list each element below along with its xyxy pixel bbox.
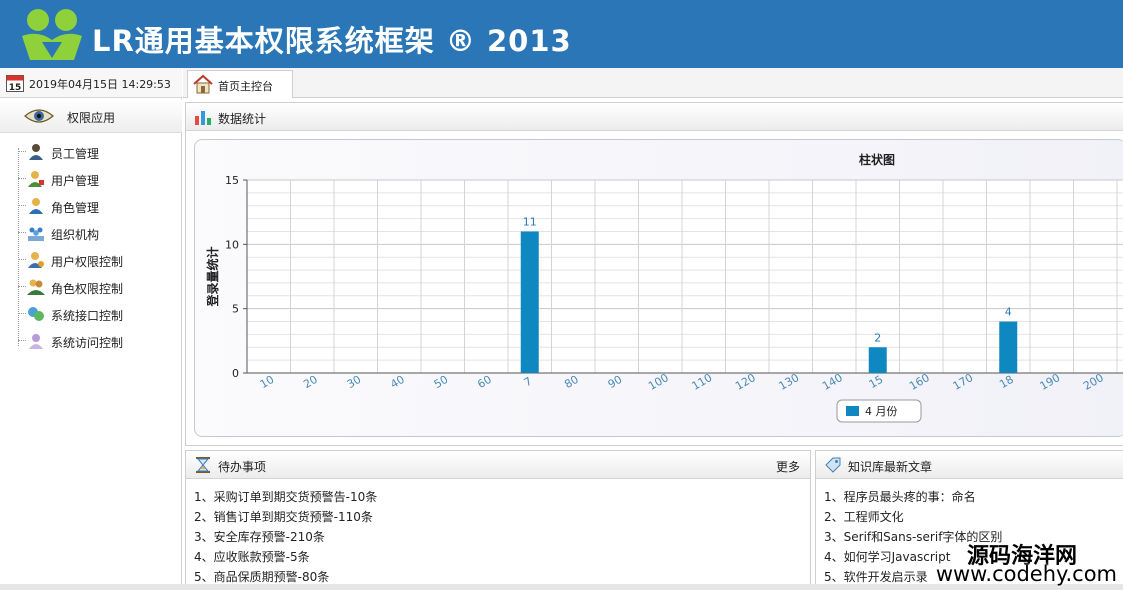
role-permission-icon — [27, 279, 45, 295]
tree-item-interface[interactable]: 系统接口控制 — [18, 304, 178, 324]
legend-swatch — [846, 406, 859, 416]
current-datetime: 2019年04月15日 14:29:53 — [29, 78, 171, 91]
tree-item-staff[interactable]: 员工管理 — [18, 142, 178, 162]
bar-data-label: 2 — [874, 331, 881, 344]
tree-item-label: 系统访问控制 — [51, 336, 124, 350]
kb-panel-header: 知识库最新文章 — [816, 451, 1123, 479]
kb-panel-title: 知识库最新文章 — [848, 460, 933, 474]
role-icon — [29, 198, 43, 214]
interface-icon — [28, 307, 44, 321]
tree-item-user-permission[interactable]: 用户权限控制 — [18, 250, 178, 270]
watermark: 源码海洋网 www.codehy.com — [912, 536, 1123, 590]
chart-title: 柱状图 — [859, 152, 895, 167]
access-icon — [29, 334, 43, 349]
app-title: LR通用基本权限系统框架 ® 2013 — [92, 24, 572, 58]
x-tick-label: 90 — [606, 373, 625, 391]
eye-icon — [24, 109, 54, 123]
bar-data-label: 11 — [523, 215, 537, 228]
todo-item[interactable]: 4、应收账款预警-5条 — [194, 547, 377, 567]
tree-item-label: 用户权限控制 — [51, 255, 124, 269]
people-logo-icon — [22, 9, 82, 60]
tree-item-label: 员工管理 — [51, 147, 100, 161]
x-tick-label: 15 — [867, 373, 886, 391]
tree-item-label: 角色权限控制 — [51, 282, 124, 296]
todo-panel-title: 待办事项 — [218, 460, 267, 474]
tree-item-label: 组织机构 — [51, 228, 100, 242]
kb-article-item[interactable]: 2、工程师文化 — [824, 507, 1002, 527]
y-tick-label: 15 — [225, 174, 239, 187]
date-bar: 15 2019年04月15日 14:29:53 — [0, 68, 182, 98]
todo-panel-header: 待办事项 更多 — [186, 451, 810, 479]
y-axis-label: 登录量统计 — [205, 246, 220, 307]
todo-item[interactable]: 2、销售订单到期交货预警-110条 — [194, 507, 377, 527]
y-tick-label: 10 — [225, 238, 239, 251]
home-icon — [193, 74, 213, 94]
calendar-icon: 15 — [6, 75, 24, 92]
legend-label: 4 月份 — [865, 405, 898, 418]
stats-panel: 数据统计 0 5 10 15 柱状图登录量统计 10 20 30 40 50 60 7 11 80 90 10… — [185, 102, 1123, 446]
bar — [999, 321, 1018, 373]
tab-home-label: 首页主控台 — [218, 80, 273, 93]
todo-list: 1、采购订单到期交货预警告-10条 2、销售订单到期交货预警-110条 3、安全… — [194, 487, 377, 587]
bar — [520, 231, 539, 373]
tree-item-roles[interactable]: 角色管理 — [18, 196, 178, 216]
bar-chart-icon — [195, 111, 211, 125]
nav-section-header[interactable]: 权限应用 — [0, 99, 182, 133]
stats-panel-header: 数据统计 — [186, 103, 1123, 131]
x-tick-label: 50 — [432, 373, 451, 391]
todo-item[interactable]: 3、安全库存预警-210条 — [194, 527, 377, 547]
todo-item[interactable]: 1、采购订单到期交货预警告-10条 — [194, 487, 377, 507]
x-tick-label: 60 — [475, 373, 494, 391]
left-sidebar: 15 2019年04月15日 14:29:53 权限应用 员工管理 用户管理 角… — [0, 68, 182, 590]
todo-panel: 待办事项 更多 1、采购订单到期交货预警告-10条 2、销售订单到期交货预警-1… — [185, 450, 811, 590]
app-header: LR通用基本权限系统框架 ® 2013 — [0, 0, 1123, 68]
watermark-url: www.codehy.com — [935, 562, 1117, 586]
tree-item-label: 系统接口控制 — [51, 309, 124, 323]
tree-item-users[interactable]: 用户管理 — [18, 169, 178, 189]
x-tick-label: 130 — [777, 371, 802, 393]
tab-home[interactable]: 首页主控台 — [187, 70, 293, 98]
y-tick-label: 5 — [232, 303, 239, 316]
hourglass-icon — [196, 457, 210, 473]
kb-article-item[interactable]: 1、程序员最头疼的事：命名 — [824, 487, 1002, 507]
y-tick-label: 0 — [232, 367, 239, 380]
plot-area — [247, 180, 1123, 373]
chart-container: 0 5 10 15 柱状图登录量统计 10 20 30 40 50 60 7 11 80 90 100 110 1… — [194, 139, 1123, 437]
x-tick-label: 40 — [388, 373, 407, 391]
x-tick-label: 80 — [562, 373, 581, 391]
tree-item-access[interactable]: 系统访问控制 — [18, 331, 178, 351]
x-tick-label: 18 — [997, 373, 1016, 391]
bar-chart: 0 5 10 15 柱状图登录量统计 10 20 30 40 50 60 7 11 80 90 100 110 1… — [205, 152, 1123, 423]
tag-icon — [825, 457, 841, 473]
x-tick-label: 100 — [646, 371, 671, 393]
org-icon — [28, 227, 44, 241]
bar-data-label: 4 — [1005, 306, 1012, 319]
tree-item-label: 用户管理 — [51, 174, 100, 188]
x-tick-label: 170 — [951, 371, 976, 393]
tab-bar: 首页主控台 — [183, 68, 1123, 98]
x-tick-label: 110 — [690, 371, 715, 393]
user-permission-icon — [28, 252, 44, 268]
x-tick-label: 30 — [345, 373, 364, 391]
tree-item-org[interactable]: 组织机构 — [18, 223, 178, 243]
tree-item-role-permission[interactable]: 角色权限控制 — [18, 277, 178, 297]
x-tick-label: 190 — [1038, 371, 1063, 393]
tree-item-label: 角色管理 — [51, 201, 100, 215]
calendar-day: 15 — [9, 83, 22, 92]
nav-section-title: 权限应用 — [67, 111, 116, 125]
x-tick-label: 7 — [522, 375, 535, 390]
x-tick-label: 120 — [733, 371, 758, 393]
stats-panel-title: 数据统计 — [218, 112, 267, 126]
x-tick-label: 160 — [907, 371, 932, 393]
bar — [868, 347, 887, 373]
staff-icon — [29, 144, 43, 160]
x-tick-label: 20 — [301, 373, 320, 391]
todo-more-link[interactable]: 更多 — [776, 458, 800, 475]
x-tick-label: 10 — [258, 373, 277, 391]
x-tick-label: 200 — [1081, 371, 1106, 393]
x-tick-label: 140 — [820, 371, 845, 393]
user-icon — [28, 171, 44, 187]
